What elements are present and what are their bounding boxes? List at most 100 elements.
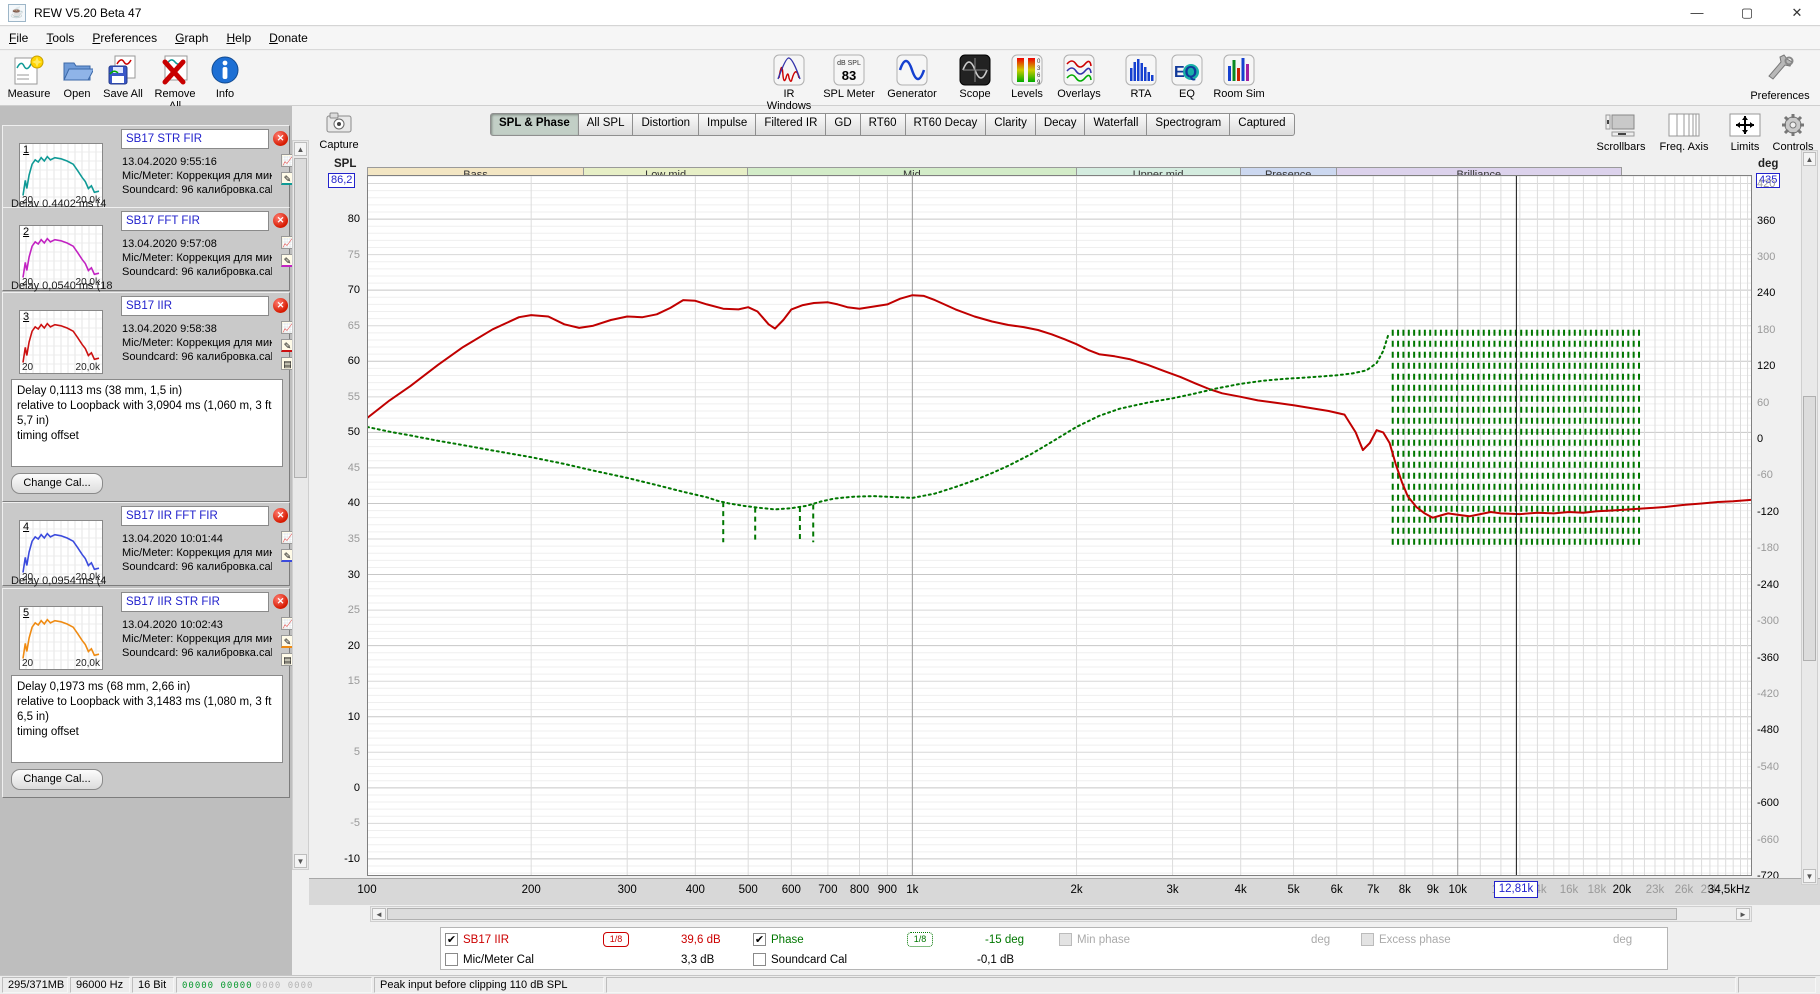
spl-phase-chart[interactable] <box>367 175 1752 876</box>
sidebar-scrollbar[interactable]: ▲ ▼ <box>292 140 309 870</box>
left-tick-70: 70 <box>347 284 360 297</box>
info-button[interactable]: Info <box>198 54 252 100</box>
trace-sb17-iir-checkbox[interactable]: ✔ <box>445 933 458 946</box>
min-phase-checkbox[interactable] <box>1059 933 1072 946</box>
delete-measurement-button[interactable]: ✕ <box>273 508 288 523</box>
edit-measurement-icon[interactable]: 📈 <box>281 236 292 249</box>
cursor-frequency-value[interactable]: 12,81k <box>1494 881 1538 898</box>
tab-impulse[interactable]: Impulse <box>699 113 757 136</box>
tab-clarity[interactable]: Clarity <box>986 113 1036 136</box>
overlays-button[interactable]: Overlays <box>1052 54 1106 100</box>
tab-spl-phase[interactable]: SPL & Phase <box>490 113 579 136</box>
menu-donate[interactable]: Donate <box>260 27 317 49</box>
chart-scrollbar-thumb[interactable] <box>1803 396 1816 661</box>
measurement-name-input[interactable]: SB17 IIR STR FIR <box>121 592 269 612</box>
trace-smoothing-button[interactable]: 1/8 <box>603 932 629 947</box>
close-button[interactable]: ✕ <box>1774 0 1820 26</box>
minimize-button[interactable]: — <box>1674 0 1720 26</box>
measurement-entry-1[interactable]: SB17 STR FIR ✕ 1 20 20,0k 13.04.2020 9:55:16 M… <box>2 125 292 210</box>
x-tick-1k: 1k <box>906 884 919 896</box>
tab-waterfall[interactable]: Waterfall <box>1085 113 1148 136</box>
phase-checkbox[interactable]: ✔ <box>753 933 766 946</box>
preferences-button[interactable]: Preferences <box>1745 53 1815 102</box>
left-axis-limit-value[interactable]: 86,2 <box>328 173 356 188</box>
measurement-name-input[interactable]: SB17 STR FIR <box>121 129 269 149</box>
controls-button[interactable]: Controls <box>1764 112 1820 153</box>
edit-measurement-icon[interactable]: 📈 <box>281 531 292 544</box>
right-tick-60: 60 <box>1757 396 1770 409</box>
tab-all-spl[interactable]: All SPL <box>578 113 634 136</box>
open-icon <box>63 62 93 81</box>
tab-decay[interactable]: Decay <box>1035 113 1086 136</box>
measurement-entry-5[interactable]: SB17 IIR STR FIR ✕ 5 20 20,0k 13.04.2020 10:0… <box>2 588 292 798</box>
excess-phase-checkbox[interactable] <box>1361 933 1374 946</box>
trace-colour-icon[interactable]: ✎ <box>281 254 292 267</box>
scroll-left-arrow-icon[interactable]: ◄ <box>372 908 386 920</box>
measurement-entry-3[interactable]: SB17 IIR ✕ 3 20 20,0k 13.04.2020 9:58:38 Mic/M… <box>2 292 292 502</box>
delete-measurement-button[interactable]: ✕ <box>273 131 288 146</box>
tab-filtered-ir[interactable]: Filtered IR <box>756 113 827 136</box>
generator-button[interactable]: Generator <box>885 54 939 100</box>
notes-icon[interactable]: ▤ <box>281 653 292 666</box>
measure-icon <box>14 55 44 85</box>
trace-colour-icon[interactable]: ✎ <box>281 339 292 352</box>
scrollbars-button[interactable]: Scrollbars <box>1592 112 1650 153</box>
scroll-down-arrow-icon[interactable]: ▼ <box>294 854 307 868</box>
menu-graph[interactable]: Graph <box>166 27 217 49</box>
phase-smoothing-button[interactable]: 1/8 <box>907 932 933 947</box>
spl-meter-button[interactable]: dB SPL 83 SPL Meter <box>822 54 876 100</box>
menu-help[interactable]: Help <box>217 27 260 49</box>
delete-measurement-button[interactable]: ✕ <box>273 213 288 228</box>
measurement-name-input[interactable]: SB17 FFT FIR <box>121 211 269 231</box>
soundcard-cal-checkbox[interactable] <box>753 953 766 966</box>
tab-rt60[interactable]: RT60 <box>860 113 906 136</box>
sidebar-scrollbar-thumb[interactable] <box>294 158 307 478</box>
ir-windows-button[interactable]: IR Windows <box>762 54 816 112</box>
room-sim-label: Room Sim <box>1213 88 1265 100</box>
measurement-name-input[interactable]: SB17 IIR <box>121 296 269 316</box>
scroll-up-arrow-icon[interactable]: ▲ <box>1803 152 1816 166</box>
info-label: Info <box>215 88 235 100</box>
scroll-up-arrow-icon[interactable]: ▲ <box>294 142 307 156</box>
menu-tools[interactable]: Tools <box>37 27 83 49</box>
change-cal-button[interactable]: Change Cal... <box>11 769 103 790</box>
measurement-entry-4[interactable]: SB17 IIR FFT FIR ✕ 4 20 20,0k 13.04.2020 10:0… <box>2 502 292 587</box>
delay-info-box: Delay 0,1113 ms (38 mm, 1,5 in) relative… <box>11 379 283 467</box>
tab-distortion[interactable]: Distortion <box>633 113 700 136</box>
levels-button[interactable]: 0 3 6 9 Levels <box>1000 54 1054 100</box>
menu-preferences[interactable]: Preferences <box>83 27 166 49</box>
room-sim-button[interactable]: Room Sim <box>1212 54 1266 100</box>
scroll-right-arrow-icon[interactable]: ► <box>1736 908 1750 920</box>
edit-measurement-icon[interactable]: 📈 <box>281 321 292 334</box>
mic-meter-cal-checkbox[interactable] <box>445 953 458 966</box>
maximize-button[interactable]: ▢ <box>1724 0 1770 26</box>
eq-button[interactable]: EQ EQ <box>1160 54 1214 100</box>
scope-button[interactable]: Scope <box>948 54 1002 100</box>
scroll-down-arrow-icon[interactable]: ▼ <box>1803 869 1816 883</box>
trace-colour-icon[interactable]: ✎ <box>281 549 292 562</box>
edit-measurement-icon[interactable]: 📈 <box>281 154 292 167</box>
measure-button[interactable]: Measure <box>2 54 56 100</box>
horizontal-scrollbar-thumb[interactable] <box>387 908 1677 920</box>
notes-icon[interactable]: ▤ <box>281 357 292 370</box>
chart-vertical-scrollbar[interactable]: ▲ ▼ <box>1801 150 1818 885</box>
tab-rt60-decay[interactable]: RT60 Decay <box>905 113 987 136</box>
edit-measurement-icon[interactable]: 📈 <box>281 617 292 630</box>
save-all-button[interactable]: Save All <box>96 54 150 100</box>
delete-measurement-button[interactable]: ✕ <box>273 298 288 313</box>
delete-measurement-button[interactable]: ✕ <box>273 594 288 609</box>
trace-colour-icon[interactable]: ✎ <box>281 172 292 185</box>
freq-axis-button[interactable]: Freq. Axis <box>1655 112 1713 153</box>
measurement-name-input[interactable]: SB17 IIR FFT FIR <box>121 506 269 526</box>
measurement-entry-2[interactable]: SB17 FFT FIR ✕ 2 20 20,0k 13.04.2020 9:57:08 M… <box>2 207 292 292</box>
change-cal-button[interactable]: Change Cal... <box>11 473 103 494</box>
remove-all-button[interactable]: Remove All <box>148 54 202 112</box>
menu-file[interactable]: File <box>0 27 37 49</box>
horizontal-scrollbar[interactable]: ◄ ► <box>370 906 1752 922</box>
tab-captured[interactable]: Captured <box>1230 113 1295 136</box>
capture-button[interactable]: Capture <box>316 110 362 151</box>
tab-gd[interactable]: GD <box>826 113 861 136</box>
svg-text:83: 83 <box>842 68 856 83</box>
trace-colour-icon[interactable]: ✎ <box>281 635 292 648</box>
tab-spectrogram[interactable]: Spectrogram <box>1147 113 1231 136</box>
